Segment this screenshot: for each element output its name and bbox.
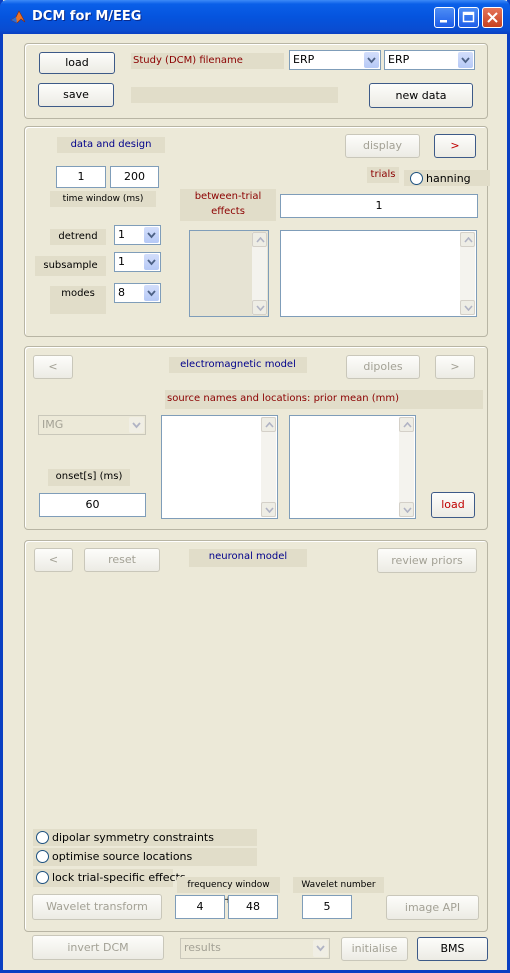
chevron-down-icon (147, 259, 156, 266)
source-locations-listbox[interactable] (289, 415, 416, 519)
dipolar-radio[interactable] (36, 831, 49, 844)
chevron-down-icon (265, 507, 274, 513)
time-window-label: time window (ms) (50, 191, 156, 207)
window-title: DCM for M/EEG (32, 9, 142, 24)
dipolar-label: dipolar symmetry constraints (52, 831, 214, 844)
scroll-up-button[interactable] (460, 232, 475, 247)
chevron-down-icon (403, 507, 412, 513)
data-design-header: data and design (57, 137, 165, 153)
matlab-logo-icon (10, 9, 26, 25)
new-data-button[interactable]: new data (369, 83, 473, 108)
filename-label: Study (DCM) filename (131, 53, 284, 69)
title-bar[interactable]: DCM for M/EEG (0, 0, 510, 34)
chevron-down-icon (461, 57, 470, 64)
frequency-high-input[interactable]: 48 (228, 895, 278, 919)
effects-listbox[interactable] (189, 230, 269, 317)
scroll-up-button[interactable] (261, 417, 276, 432)
reset-button[interactable]: reset (84, 548, 160, 572)
maximize-button[interactable] (458, 7, 479, 28)
close-icon (487, 12, 498, 23)
chevron-down-icon (367, 57, 376, 64)
lock-label: lock trial-specific effects (52, 871, 186, 884)
wavelet-transform-button[interactable]: Wavelet transform (32, 894, 162, 920)
results-select[interactable]: results (180, 938, 330, 959)
optimise-radio[interactable] (36, 850, 49, 863)
chevron-down-icon (147, 290, 156, 297)
time-window-start-input[interactable]: 1 (56, 166, 106, 188)
chevron-down-icon (132, 422, 141, 429)
wavelet-number-label: Wavelet number (293, 877, 384, 893)
frequency-window-label: frequency window (Hz) (177, 877, 280, 906)
subsample-label: subsample (35, 256, 106, 276)
next-button[interactable]: > (434, 134, 476, 158)
neuronal-model-header: neuronal model (189, 549, 307, 567)
modes-label: modes (50, 286, 106, 314)
em-model-header: electromagnetic model (169, 357, 307, 373)
close-button[interactable] (482, 7, 503, 28)
trials-input[interactable]: 1 (280, 194, 478, 218)
scroll-down-button[interactable] (460, 300, 475, 315)
em-type-select[interactable]: IMG (38, 415, 146, 435)
scroll-down-button[interactable] (261, 502, 276, 517)
chevron-up-icon (403, 422, 412, 428)
save-button[interactable]: save (38, 83, 114, 107)
trials-scrollbar[interactable] (460, 232, 475, 315)
chevron-down-icon (147, 232, 156, 239)
wavelet-number-input[interactable]: 5 (302, 895, 352, 919)
onset-label: onset[s] (ms) (48, 469, 130, 486)
detrend-label: detrend (50, 229, 106, 245)
em-prev-button[interactable]: < (33, 355, 73, 379)
load-button[interactable]: load (39, 52, 115, 74)
detrend-select[interactable]: 1 (114, 225, 161, 245)
chevron-down-icon (256, 305, 265, 311)
filename-display (131, 87, 338, 103)
minimize-icon (440, 20, 447, 23)
hanning-radio[interactable] (410, 172, 423, 185)
bms-button[interactable]: BMS (417, 937, 488, 961)
initialise-button[interactable]: initialise (341, 937, 408, 961)
source-locations-scrollbar[interactable] (399, 417, 414, 517)
subsample-select[interactable]: 1 (114, 252, 161, 272)
scroll-up-button[interactable] (252, 232, 267, 247)
effects-scrollbar[interactable] (252, 232, 267, 315)
em-next-button[interactable]: > (435, 355, 475, 379)
hanning-label: hanning (426, 172, 471, 185)
invert-dcm-button[interactable]: invert DCM (32, 935, 164, 960)
between-trial-label: between-trial effects (180, 189, 276, 221)
frequency-low-input[interactable]: 4 (175, 895, 225, 919)
em-load-button[interactable]: load (431, 492, 475, 518)
minimize-button[interactable] (434, 7, 455, 28)
chevron-down-icon (464, 305, 473, 311)
source-names-listbox[interactable] (161, 415, 278, 519)
review-priors-button[interactable]: review priors (377, 548, 477, 573)
scroll-up-button[interactable] (399, 417, 414, 432)
optimise-label: optimise source locations (52, 850, 193, 863)
chevron-up-icon (256, 237, 265, 243)
chevron-up-icon (464, 237, 473, 243)
time-window-end-input[interactable]: 200 (110, 166, 159, 188)
dipoles-button[interactable]: dipoles (346, 355, 420, 379)
trials-label: trials (367, 167, 399, 183)
lock-radio[interactable] (36, 871, 49, 884)
trials-listbox[interactable] (280, 230, 477, 317)
maximize-icon (462, 11, 475, 23)
modes-select[interactable]: 8 (114, 283, 161, 303)
neuronal-prev-button[interactable]: < (34, 548, 73, 572)
chevron-down-icon (316, 945, 325, 952)
onset-input[interactable]: 60 (39, 493, 146, 517)
display-button[interactable]: display (345, 134, 420, 158)
scroll-down-button[interactable] (252, 300, 267, 315)
image-api-button[interactable]: image API (386, 895, 479, 920)
source-names-label: source names and locations: prior mean (… (165, 390, 483, 409)
model-select-2[interactable]: ERP (384, 50, 475, 70)
chevron-up-icon (265, 422, 274, 428)
source-names-scrollbar[interactable] (261, 417, 276, 517)
scroll-down-button[interactable] (399, 502, 414, 517)
model-select-1[interactable]: ERP (289, 50, 381, 70)
